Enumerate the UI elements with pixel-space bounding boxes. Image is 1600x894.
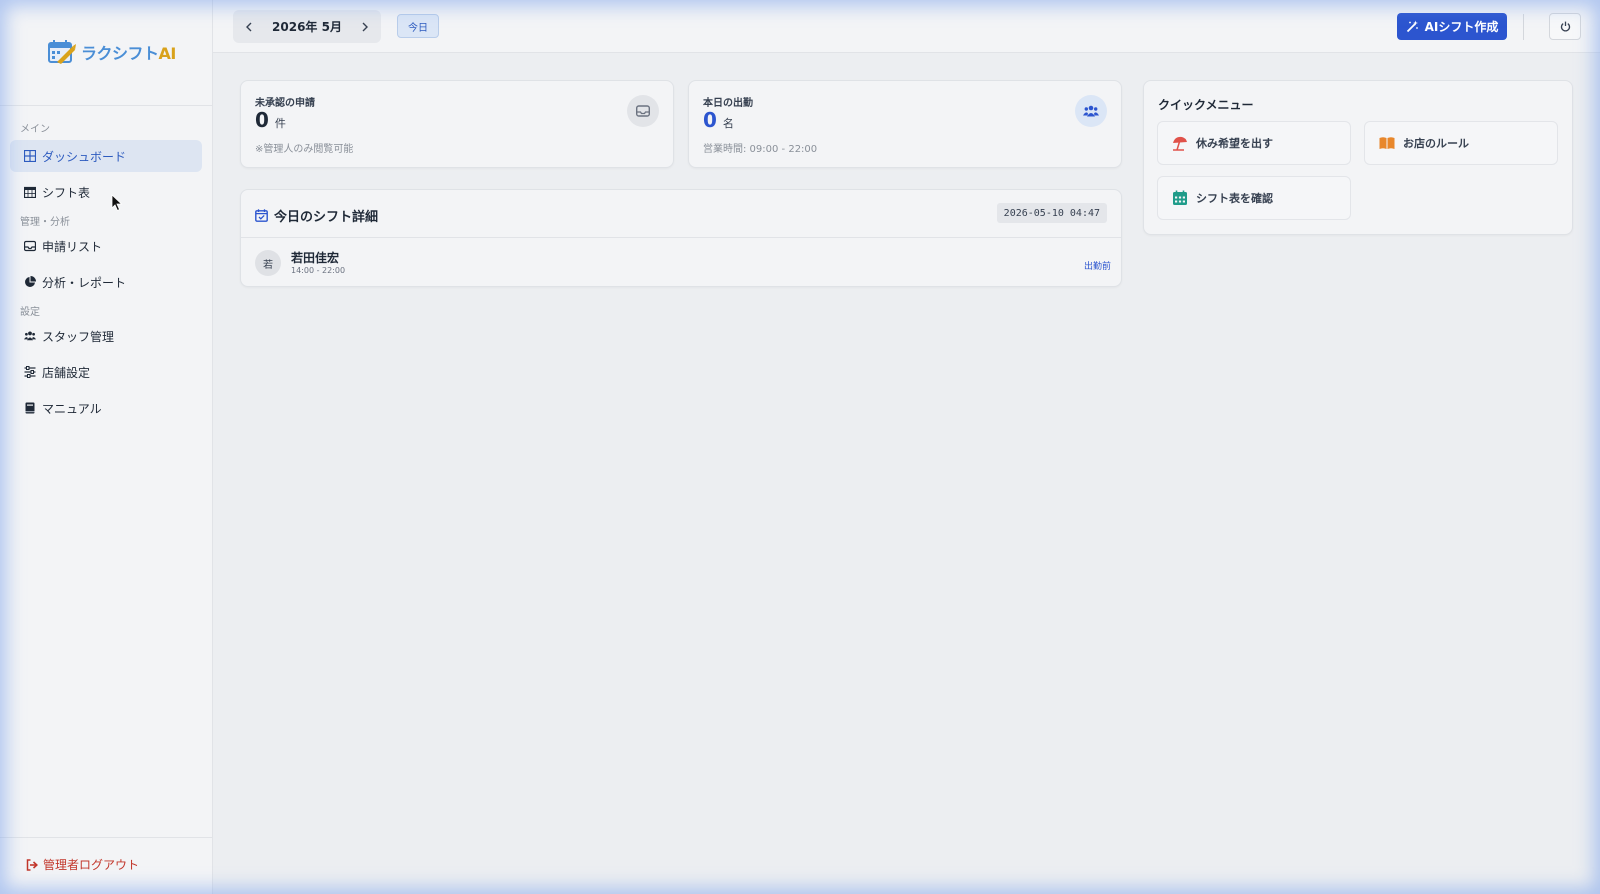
pending-requests-value: 0 件: [255, 108, 286, 132]
quick-item-label: お店のルール: [1403, 137, 1469, 150]
attendance-unit: 名: [722, 117, 734, 130]
sidebar-item-label: ダッシュボード: [42, 149, 127, 164]
power-button[interactable]: [1549, 13, 1581, 40]
sidebar-item-requests[interactable]: 申請リスト: [10, 230, 202, 262]
request-day-off-button[interactable]: 休み希望を出す: [1157, 121, 1351, 165]
sidebar-item-store-settings[interactable]: 店舗設定: [10, 356, 202, 388]
attendance-title: 本日の出勤: [703, 98, 753, 109]
mouse-cursor-icon: [111, 194, 123, 212]
calendar-check-icon: [255, 209, 268, 222]
sidebar-item-label: 分析・レポート: [42, 275, 127, 290]
shift-timestamp: 2026-05-10 04:47: [996, 203, 1107, 223]
magic-wand-icon: [1406, 20, 1418, 33]
power-icon: [1560, 21, 1570, 32]
quick-menu-card: クイックメニュー 休み希望を出す お店のルール シフト表を確認: [1143, 80, 1573, 235]
ai-shift-create-button[interactable]: AIシフト作成: [1397, 13, 1507, 40]
pending-requests-card: 未承認の申請 0 件 ※管理人のみ閲覧可能: [240, 80, 674, 168]
logout-button[interactable]: 管理者ログアウト: [26, 856, 139, 873]
sidebar-item-label: マニュアル: [42, 401, 102, 416]
sidebar-item-reports[interactable]: 分析・レポート: [10, 266, 202, 298]
grid-icon: [24, 150, 36, 162]
top-bar: 2026年 5月 今日 AIシフト作成: [213, 0, 1600, 53]
staff-shift-time: 14:00 - 22:00: [291, 266, 346, 275]
book-icon: [25, 402, 35, 414]
quick-item-label: シフト表を確認: [1196, 192, 1273, 205]
ai-button-label: AIシフト作成: [1424, 20, 1499, 34]
section-label-main: メイン: [20, 124, 50, 135]
attendance-value: 0 名: [703, 108, 734, 132]
sidebar-item-staff[interactable]: スタッフ管理: [10, 320, 202, 352]
app-logo[interactable]: ラクシフトAI: [47, 38, 176, 66]
pending-unit: 件: [274, 117, 286, 130]
sidebar: ラクシフトAI メイン ダッシュボード シフト表 管理・分析 申請リスト 分析・…: [0, 0, 213, 894]
next-month-button[interactable]: [357, 19, 373, 35]
logo-suffix: AI: [158, 44, 177, 63]
chevron-left-icon: [246, 22, 252, 31]
today-shift-header: 今日のシフト詳細: [255, 206, 378, 225]
store-rules-button[interactable]: お店のルール: [1364, 121, 1558, 165]
inbox-icon: [24, 240, 36, 252]
current-month-label[interactable]: 2026年 5月: [272, 18, 342, 35]
today-shift-card: 今日のシフト詳細 2026-05-10 04:47 若 若田佳宏 14:00 -…: [240, 189, 1122, 287]
topbar-separator: [1523, 14, 1524, 40]
sidebar-item-label: 申請リスト: [42, 239, 103, 254]
today-shift-title: 今日のシフト詳細: [274, 210, 379, 225]
pending-requests-title: 未承認の申請: [255, 98, 315, 109]
pie-chart-icon: [25, 276, 36, 287]
sidebar-item-shift-table[interactable]: シフト表: [10, 176, 202, 208]
logo-calendar-icon: [48, 40, 76, 64]
sidebar-divider: [0, 105, 212, 106]
quick-menu-title: クイックメニュー: [1158, 98, 1254, 112]
inbox-icon: [636, 105, 650, 117]
logo-text: ラクシフト: [81, 44, 159, 63]
sidebar-item-label: シフト表: [42, 185, 91, 200]
inbox-badge: [627, 95, 659, 127]
calendar-grid-icon: [1173, 190, 1187, 205]
sign-out-icon: [26, 858, 38, 871]
today-button[interactable]: 今日: [397, 14, 439, 38]
shift-divider: [241, 237, 1121, 238]
status-badge: 出勤前: [1083, 262, 1111, 272]
users-icon: [24, 331, 36, 341]
pending-count: 0: [255, 108, 269, 132]
chevron-right-icon: [362, 22, 368, 31]
prev-month-button[interactable]: [241, 19, 257, 35]
pending-note: ※管理人のみ閲覧可能: [255, 144, 354, 155]
section-label-settings: 設定: [20, 307, 40, 318]
month-navigator: 2026年 5月: [233, 10, 381, 43]
check-shift-table-button[interactable]: シフト表を確認: [1157, 176, 1351, 220]
sidebar-item-dashboard[interactable]: ダッシュボード: [10, 140, 202, 172]
quick-item-label: 休み希望を出す: [1196, 137, 1273, 150]
attendance-card: 本日の出勤 0 名 営業時間: 09:00 - 22:00: [688, 80, 1122, 168]
logout-label: 管理者ログアウト: [43, 858, 140, 872]
sidebar-item-manual[interactable]: マニュアル: [10, 392, 202, 424]
avatar: 若: [255, 250, 281, 276]
beach-umbrella-icon: [1173, 136, 1187, 151]
users-badge: [1075, 95, 1107, 127]
business-hours-note: 営業時間: 09:00 - 22:00: [703, 144, 818, 155]
users-icon: [1083, 105, 1099, 117]
section-label-manage: 管理・分析: [20, 217, 70, 228]
sidebar-item-label: 店舗設定: [42, 365, 91, 380]
sliders-icon: [24, 366, 36, 378]
sidebar-item-label: スタッフ管理: [42, 329, 115, 344]
calendar-icon: [24, 186, 36, 198]
staff-name: 若田佳宏: [291, 251, 340, 265]
open-book-icon: [1379, 137, 1395, 149]
sidebar-bottom-divider: [0, 837, 212, 838]
attendance-count: 0: [703, 108, 717, 132]
